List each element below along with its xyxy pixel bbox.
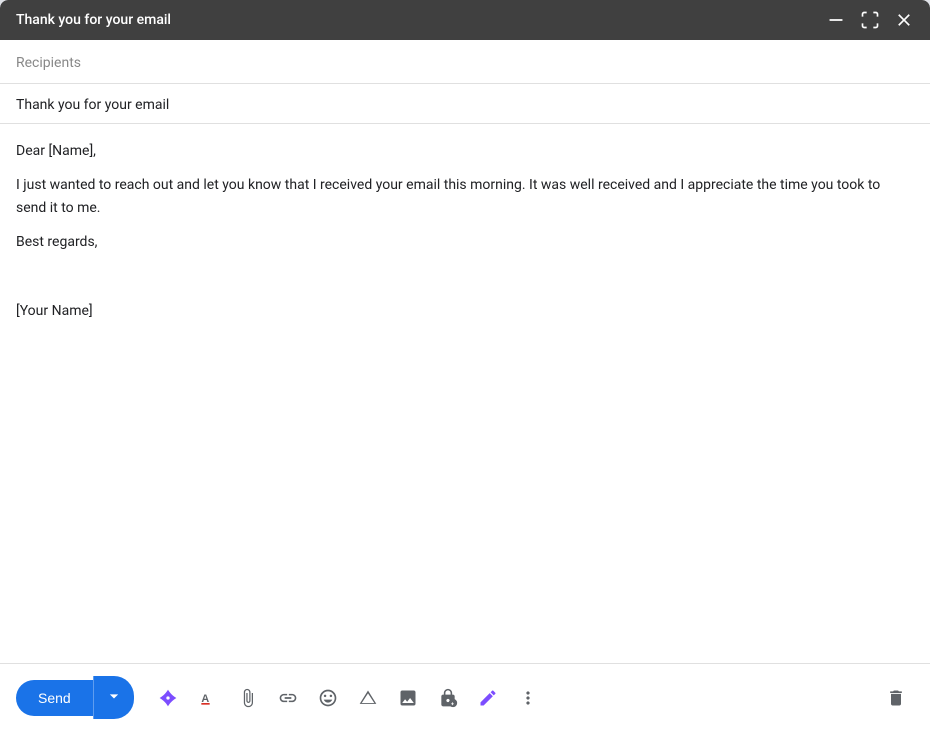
text-format-icon[interactable]: A: [190, 680, 226, 716]
body-paragraph: I just wanted to reach out and let you k…: [16, 174, 914, 219]
send-dropdown-button[interactable]: [93, 676, 134, 719]
body-closing: Best regards,: [16, 231, 914, 253]
subject-text: Thank you for your email: [16, 97, 169, 113]
close-icon[interactable]: [894, 10, 914, 30]
attachment-icon[interactable]: [230, 680, 266, 716]
recipients-placeholder: Recipients: [16, 55, 81, 71]
signature-icon[interactable]: [470, 680, 506, 716]
ai-icon[interactable]: [150, 680, 186, 716]
compose-window: Thank you for your email Recipients Than…: [0, 0, 930, 731]
photo-icon[interactable]: [390, 680, 426, 716]
body-greeting: Dear [Name],: [16, 140, 914, 162]
compose-toolbar: Send A: [0, 663, 930, 731]
subject-row[interactable]: Thank you for your email: [0, 84, 930, 124]
drive-icon[interactable]: [350, 680, 386, 716]
expand-icon[interactable]: [860, 10, 880, 30]
title-bar: Thank you for your email: [0, 0, 930, 40]
send-button-group: Send: [16, 676, 134, 719]
emoji-icon[interactable]: [310, 680, 346, 716]
body-signature: [Your Name]: [16, 300, 914, 322]
link-icon[interactable]: [270, 680, 306, 716]
send-button[interactable]: Send: [16, 680, 93, 716]
lock-icon[interactable]: +: [430, 680, 466, 716]
title-bar-controls: [826, 10, 914, 30]
svg-text:+: +: [451, 701, 454, 707]
compose-title: Thank you for your email: [16, 12, 171, 28]
delete-icon[interactable]: [878, 680, 914, 716]
more-options-icon[interactable]: [510, 680, 546, 716]
minimize-icon[interactable]: [826, 10, 846, 30]
recipients-row[interactable]: Recipients: [0, 40, 930, 84]
email-body[interactable]: Dear [Name], I just wanted to reach out …: [0, 124, 930, 663]
